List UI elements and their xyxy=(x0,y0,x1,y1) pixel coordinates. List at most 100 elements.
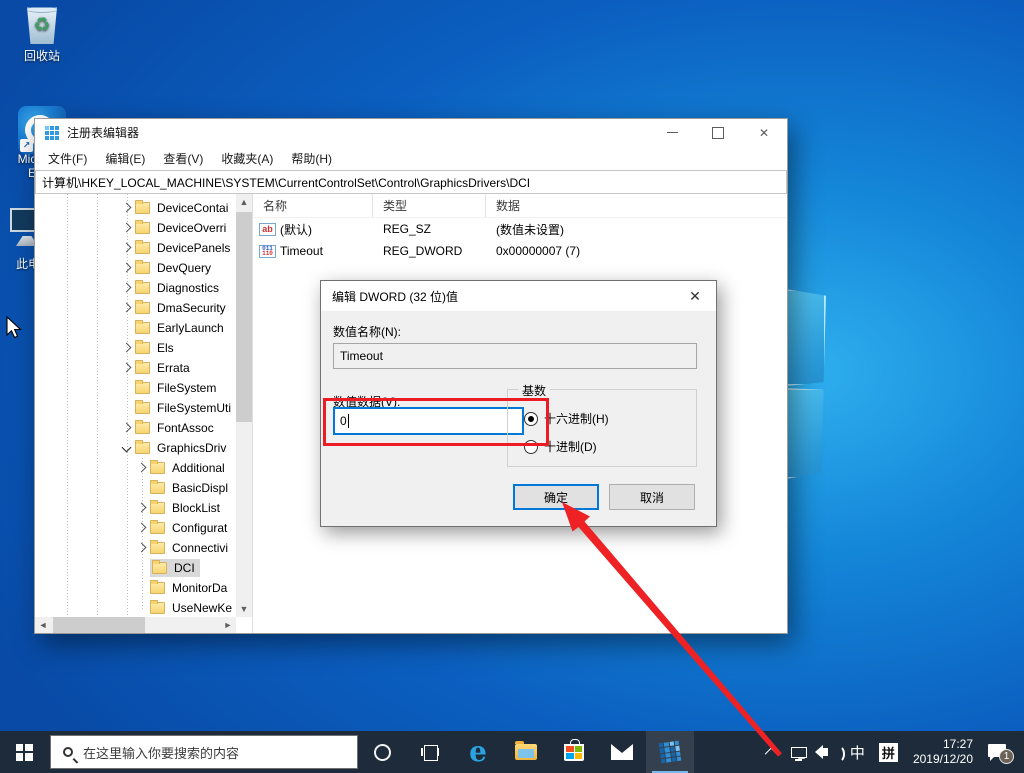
value-name-input[interactable]: Timeout xyxy=(333,343,697,369)
registry-tree-pane[interactable]: DeviceContai DeviceOverri DevicePanels DevQ… xyxy=(35,194,253,633)
column-header-1[interactable]: 名称 xyxy=(253,194,373,217)
tree-item-additional[interactable]: Additional xyxy=(35,458,236,478)
title-bar[interactable]: 注册表编辑器 ✕ xyxy=(35,119,787,146)
tree-item-fontassoc[interactable]: FontAssoc xyxy=(35,418,236,438)
scroll-right-icon[interactable]: ► xyxy=(220,617,236,633)
tree-expander-icon[interactable] xyxy=(121,302,133,314)
menu-item-1[interactable]: 编辑(E) xyxy=(96,150,154,167)
tree-item-blocklist[interactable]: BlockList xyxy=(35,498,236,518)
tree-item-graphicsdriv[interactable]: GraphicsDriv xyxy=(35,438,236,458)
menu-item-4[interactable]: 帮助(H) xyxy=(282,150,341,167)
tray-ime-mode-button[interactable]: 中 xyxy=(843,731,872,773)
scroll-left-icon[interactable]: ◄ xyxy=(35,617,51,633)
wallpaper-windows-logo-top-pane xyxy=(786,289,826,386)
tree-expander-icon[interactable] xyxy=(121,442,133,454)
tree-expander-icon[interactable] xyxy=(121,222,133,234)
address-input[interactable]: 计算机\HKEY_LOCAL_MACHINE\SYSTEM\CurrentCon… xyxy=(35,170,787,194)
tray-ime-layout-button[interactable]: 拼 xyxy=(872,731,905,773)
tray-chevron-button[interactable] xyxy=(761,731,784,773)
tree-item-els[interactable]: Els xyxy=(35,338,236,358)
dialog-close-button[interactable]: ✕ xyxy=(674,281,716,311)
taskbar-edge-button[interactable]: e xyxy=(454,731,502,773)
radio-decimal[interactable]: 十进制(D) xyxy=(524,438,597,455)
tree-expander-icon[interactable] xyxy=(121,422,133,434)
vertical-scroll-thumb[interactable] xyxy=(236,212,252,422)
scroll-up-icon[interactable]: ▲ xyxy=(236,194,252,210)
close-button[interactable]: ✕ xyxy=(741,119,787,146)
tree-expander-icon[interactable] xyxy=(121,342,133,354)
start-button[interactable] xyxy=(0,731,48,773)
taskbar-mail-button[interactable] xyxy=(598,731,646,773)
store-icon xyxy=(564,738,584,761)
edit-dword-dialog: 编辑 DWORD (32 位)值 ✕ 数值名称(N): Timeout 数值数据… xyxy=(320,280,717,527)
tree-item-filesystem[interactable]: FileSystem xyxy=(35,378,236,398)
tree-item-connectivi[interactable]: Connectivi xyxy=(35,538,236,558)
value-data-text: 0 xyxy=(340,414,347,428)
taskbar-file-explorer-button[interactable] xyxy=(502,731,550,773)
taskbar-search-box[interactable]: 在这里输入你要搜索的内容 xyxy=(50,735,358,769)
menu-item-2[interactable]: 查看(V) xyxy=(154,150,212,167)
ok-button[interactable]: 确定 xyxy=(513,484,599,510)
radio-hex-label: 十六进制(H) xyxy=(544,412,609,426)
value-type: REG_SZ xyxy=(383,222,432,236)
tree-item-devicepanels[interactable]: DevicePanels xyxy=(35,238,236,258)
minimize-button[interactable] xyxy=(649,119,695,146)
tree-item-errata[interactable]: Errata xyxy=(35,358,236,378)
tray-network-button[interactable] xyxy=(784,731,814,773)
tree-item-devicecontai[interactable]: DeviceContai xyxy=(35,198,236,218)
tray-clock-button[interactable]: 17:27 2019/12/20 xyxy=(905,731,981,773)
cortana-button[interactable] xyxy=(358,731,406,773)
dialog-title-bar[interactable]: 编辑 DWORD (32 位)值 ✕ xyxy=(321,281,716,311)
value-name: Timeout xyxy=(280,244,323,258)
tree-item-configurat[interactable]: Configurat xyxy=(35,518,236,538)
radio-hexadecimal[interactable]: 十六进制(H) xyxy=(524,410,609,427)
tree-expander-icon[interactable] xyxy=(136,462,148,474)
tree-horizontal-scrollbar[interactable]: ◄ ► xyxy=(35,617,236,633)
tree-vertical-scrollbar[interactable]: ▲ ▼ xyxy=(236,194,252,617)
dialog-title: 编辑 DWORD (32 位)值 xyxy=(332,289,459,304)
value-data-input[interactable]: 0 xyxy=(333,407,524,435)
tree-item-usenewke[interactable]: UseNewKe xyxy=(35,598,236,618)
tree-item-diagnostics[interactable]: Diagnostics xyxy=(35,278,236,298)
system-tray: 中 拼 17:27 2019/12/20 1 xyxy=(761,731,1024,773)
tray-notification-button[interactable]: 1 xyxy=(981,731,1024,773)
tree-item-basicdispl[interactable]: BasicDispl xyxy=(35,478,236,498)
tree-expander-icon[interactable] xyxy=(121,362,133,374)
value-row-默认[interactable]: ab (默认) REG_SZ (数值未设置) xyxy=(253,218,787,240)
tree-item-devquery[interactable]: DevQuery xyxy=(35,258,236,278)
desktop-icon-recycle-bin[interactable]: ♻ 回收站 xyxy=(20,6,64,64)
tree-item-filesystemuti[interactable]: FileSystemUti xyxy=(35,398,236,418)
tree-expander-icon[interactable] xyxy=(136,522,148,534)
value-row-Timeout[interactable]: 011 110 Timeout REG_DWORD 0x00000007 (7) xyxy=(253,240,787,262)
folder-icon xyxy=(150,500,165,514)
column-header-2[interactable]: 类型 xyxy=(373,194,486,217)
maximize-button[interactable] xyxy=(695,119,741,146)
tree-item-deviceoverri[interactable]: DeviceOverri xyxy=(35,218,236,238)
tree-expander-icon[interactable] xyxy=(121,282,133,294)
taskbar-store-button[interactable] xyxy=(550,731,598,773)
taskbar-regedit-button[interactable] xyxy=(646,731,694,773)
horizontal-scroll-thumb[interactable] xyxy=(53,617,145,633)
menu-item-3[interactable]: 收藏夹(A) xyxy=(212,150,282,167)
task-view-button[interactable] xyxy=(406,731,454,773)
search-icon xyxy=(63,747,73,757)
tray-volume-button[interactable] xyxy=(814,731,845,773)
tree-expander-icon[interactable] xyxy=(136,542,148,554)
scroll-down-icon[interactable]: ▼ xyxy=(236,601,252,617)
column-header-3[interactable]: 数据 xyxy=(486,194,787,217)
menu-item-0[interactable]: 文件(F) xyxy=(39,150,96,167)
tree-item-monitorda[interactable]: MonitorDa xyxy=(35,578,236,598)
tree-expander-icon[interactable] xyxy=(121,202,133,214)
tree-item-earlylaunch[interactable]: EarlyLaunch xyxy=(35,318,236,338)
tree-expander-icon[interactable] xyxy=(121,242,133,254)
tree-item-dci[interactable]: DCI xyxy=(35,558,236,578)
cancel-button[interactable]: 取消 xyxy=(609,484,695,510)
folder-icon xyxy=(135,440,150,454)
notification-badge: 1 xyxy=(999,749,1014,764)
tree-expander-icon[interactable] xyxy=(121,262,133,274)
folder-icon xyxy=(135,300,150,314)
tree-selected-item[interactable]: DCI xyxy=(150,559,200,577)
tree-item-dmasecurity[interactable]: DmaSecurity xyxy=(35,298,236,318)
tree-expander-icon[interactable] xyxy=(136,502,148,514)
